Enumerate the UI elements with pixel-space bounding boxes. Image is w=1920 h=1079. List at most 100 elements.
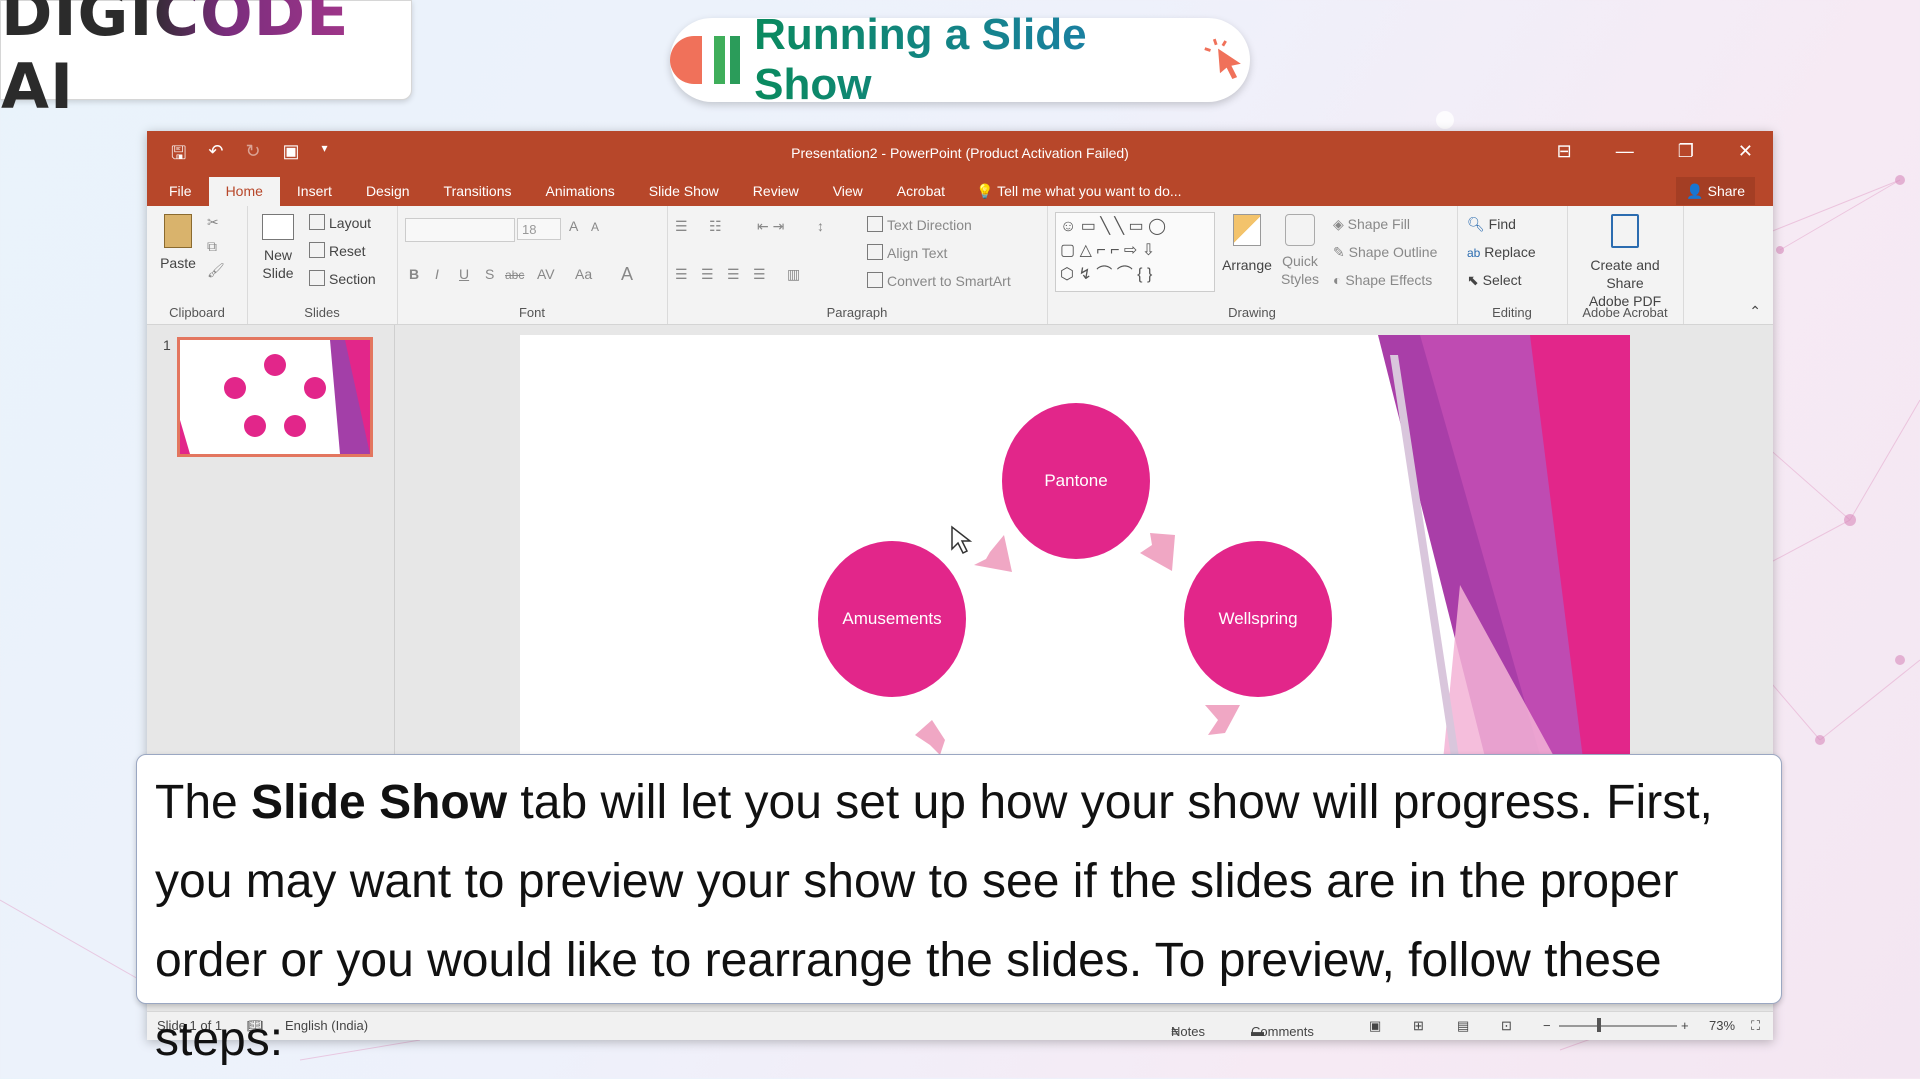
shape-fill-button[interactable]: ◈ Shape Fill <box>1333 216 1410 233</box>
line-spacing-icon[interactable]: ↕ <box>817 218 824 234</box>
tab-animations[interactable]: Animations <box>528 177 631 206</box>
arrange-icon <box>1233 214 1261 246</box>
find-label: Find <box>1488 216 1516 232</box>
clipboard-label: Clipboard <box>169 305 225 320</box>
layout-button[interactable]: Layout <box>309 214 371 231</box>
quick-styles-icon <box>1285 214 1315 246</box>
section-button[interactable]: Section <box>309 270 376 287</box>
underline-button[interactable]: U <box>459 266 469 282</box>
quick-styles-button[interactable]: Quick Styles <box>1275 214 1325 288</box>
shadow-button[interactable]: S <box>485 266 494 282</box>
title-bar: 🖫 ↶ ↻ ▣ ▾ Presentation2 - PowerPoint (Pr… <box>147 131 1773 175</box>
smartart-icon <box>867 272 883 288</box>
reset-button[interactable]: Reset <box>309 242 366 259</box>
bullets-icon[interactable]: ☰ <box>675 218 688 235</box>
copy-icon[interactable]: ⧉ <box>207 238 217 255</box>
tab-home[interactable]: Home <box>208 177 280 206</box>
shapes-row-3: ⬡ ↯ ⌒ ⌒ { } <box>1060 266 1153 283</box>
mouse-pointer-icon <box>951 525 973 555</box>
shrink-font-icon[interactable]: A <box>591 220 599 234</box>
italic-button[interactable]: I <box>435 266 439 282</box>
justify-icon[interactable]: ☰ <box>753 266 766 283</box>
tab-slide-show[interactable]: Slide Show <box>632 177 736 206</box>
font-color-button[interactable]: A <box>621 264 633 285</box>
format-painter-icon[interactable]: 🖌 <box>207 262 225 279</box>
create-share-pdf-button[interactable]: Create and Share Adobe PDF <box>1571 214 1679 310</box>
pointer-icon: ⬉ <box>1467 272 1479 288</box>
convert-smartart-button[interactable]: Convert to SmartArt <box>867 272 1011 289</box>
shape-outline-button[interactable]: ✎ Shape Outline <box>1333 244 1437 261</box>
replace-button[interactable]: ab Replace <box>1467 244 1536 260</box>
strikethrough-button[interactable]: abc <box>505 268 524 282</box>
caption-bold: Slide Show <box>251 776 508 829</box>
tell-me-box[interactable]: 💡 Tell me what you want to do... <box>962 177 1182 206</box>
cut-icon[interactable]: ✂ <box>207 214 219 231</box>
heading-bar-green <box>714 36 725 84</box>
group-slides: New Slide Layout Reset Section Slides <box>247 206 398 324</box>
tab-transitions[interactable]: Transitions <box>427 177 529 206</box>
layout-label: Layout <box>329 215 372 231</box>
share-button[interactable]: 👤 Share <box>1676 177 1755 205</box>
layout-icon <box>309 214 325 230</box>
tab-review[interactable]: Review <box>736 177 816 206</box>
caption-pre: The <box>155 776 252 829</box>
change-case-button[interactable]: Aa <box>575 266 592 282</box>
shapes-gallery[interactable]: ☺ ▭ ╲ ╲ ▭ ◯ ▢ △ ⌐ ⌐ ⇨ ⇩ ⬡ ↯ ⌒ ⌒ { } <box>1055 212 1215 292</box>
minimize-icon[interactable]: — <box>1616 141 1634 162</box>
collapse-ribbon-icon[interactable]: ⌃ <box>1749 303 1761 320</box>
numbering-icon[interactable]: ☷ <box>709 218 722 235</box>
shape-effects-button[interactable]: ◐ Shape Effects <box>1333 272 1432 288</box>
find-button[interactable]: 🔍︎ Find <box>1467 216 1516 233</box>
pencil-icon: ✎ <box>1333 244 1345 260</box>
node-pantone[interactable]: Pantone <box>1002 403 1150 559</box>
select-button[interactable]: ⬉ Select <box>1467 272 1522 289</box>
align-left-icon[interactable]: ☰ <box>675 266 688 283</box>
align-center-icon[interactable]: ☰ <box>701 266 714 283</box>
node-amusements[interactable]: Amusements <box>818 541 966 697</box>
instruction-caption: The Slide Show tab will let you set up h… <box>136 754 1782 1066</box>
tab-view[interactable]: View <box>816 177 880 206</box>
adobe-acrobat-label: Adobe Acrobat <box>1582 305 1668 320</box>
tab-insert[interactable]: Insert <box>280 177 349 206</box>
align-text-button[interactable]: Align Text <box>867 244 947 261</box>
font-name-box[interactable] <box>405 218 515 242</box>
reset-icon <box>309 242 325 258</box>
tab-file[interactable]: File <box>147 177 209 206</box>
columns-icon[interactable]: ▥ <box>787 266 800 283</box>
character-spacing-button[interactable]: AV <box>537 266 555 282</box>
close-icon[interactable]: ✕ <box>1738 141 1753 162</box>
ribbon-display-options-icon[interactable]: ⊟ <box>1557 141 1572 162</box>
font-size-box[interactable]: 18 <box>517 218 561 240</box>
new-slide-label-2: Slide <box>262 265 294 281</box>
shape-effects-label: Shape Effects <box>1345 272 1433 288</box>
text-direction-icon <box>867 216 883 232</box>
node-wellspring[interactable]: Wellspring <box>1184 541 1332 697</box>
tab-acrobat[interactable]: Acrobat <box>880 177 962 206</box>
new-slide-button[interactable]: New Slide <box>251 214 305 282</box>
bold-button[interactable]: B <box>409 266 419 282</box>
cursor-click-icon <box>1203 38 1241 79</box>
restore-icon[interactable]: ❐ <box>1678 141 1694 162</box>
arrange-button[interactable]: Arrange <box>1221 214 1273 274</box>
arrange-label: Arrange <box>1222 257 1272 273</box>
text-direction-button[interactable]: Text Direction <box>867 216 972 233</box>
lightbulb-icon: 💡 <box>976 183 994 199</box>
indent-icons[interactable]: ⇤ ⇥ <box>757 218 784 235</box>
group-editing: 🔍︎ Find ab Replace ⬉ Select Editing <box>1457 206 1568 324</box>
align-right-icon[interactable]: ☰ <box>727 266 740 283</box>
select-label: Select <box>1482 272 1522 288</box>
tab-design[interactable]: Design <box>349 177 427 206</box>
replace-icon: ab <box>1467 246 1481 260</box>
page-title: Running a Slide Show <box>754 10 1193 110</box>
section-icon <box>309 270 325 286</box>
paste-label: Paste <box>160 255 196 271</box>
new-slide-label-1: New <box>263 247 292 263</box>
paste-button[interactable]: Paste <box>155 214 201 272</box>
paint-bucket-icon: ◈ <box>1333 216 1344 232</box>
font-label: Font <box>518 305 545 320</box>
slide-thumbnail[interactable] <box>177 337 373 457</box>
text-direction-label: Text Direction <box>887 217 972 233</box>
window-title: Presentation2 - PowerPoint (Product Acti… <box>791 145 1129 161</box>
magnifier-icon: 🔍︎ <box>1467 216 1485 232</box>
grow-font-icon[interactable]: A <box>569 218 578 234</box>
